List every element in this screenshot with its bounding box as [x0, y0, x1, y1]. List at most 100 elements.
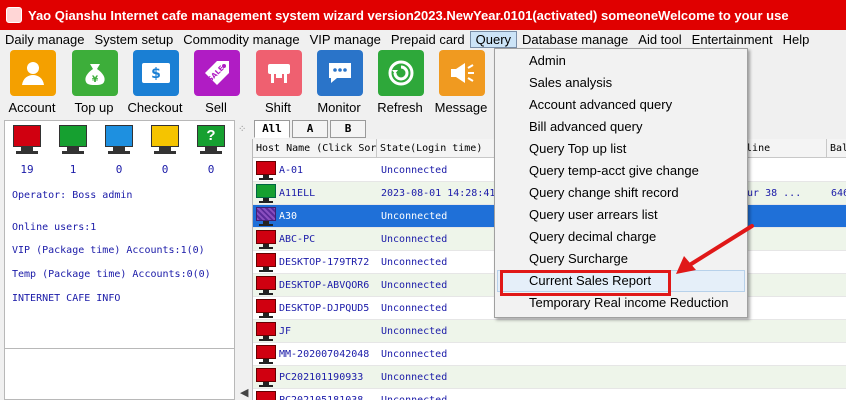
red-pc-icon — [256, 253, 278, 273]
host-name-cell: A-01 — [279, 165, 304, 176]
question-count: 0 — [207, 163, 215, 176]
scroll-left-icon[interactable]: ◀ — [240, 386, 248, 399]
host-name-cell: DESKTOP-ABVQOR6 — [279, 280, 370, 291]
online-cell — [733, 389, 827, 400]
menu-item-query-user-arrears-list[interactable]: Query user arrears list — [497, 204, 745, 226]
menu-item-account-advanced-query[interactable]: Account advanced query — [497, 94, 745, 116]
menu-item-query-temp-acct-give-change[interactable]: Query temp-acct give change — [497, 160, 745, 182]
top-up-button[interactable]: ¥ Top up — [64, 50, 124, 116]
menu-commodity-manage[interactable]: Commodity manage — [178, 31, 304, 48]
yellow-count: 0 — [161, 163, 169, 176]
balance-cell — [829, 205, 846, 228]
tab-b[interactable]: B — [330, 120, 366, 138]
menu-entertainment[interactable]: Entertainment — [687, 31, 778, 48]
chat-monitor-icon — [317, 50, 363, 96]
menu-vip-manage[interactable]: VIP manage — [305, 31, 386, 48]
balance-cell — [829, 251, 846, 274]
state-cell: Unconnected — [381, 257, 448, 268]
green-monitor-icon[interactable] — [57, 125, 89, 161]
online-cell — [733, 343, 827, 366]
green-pc-icon — [256, 184, 278, 204]
red-pc-icon — [256, 230, 278, 250]
host-name-cell: ABC-PC — [279, 234, 316, 245]
vip-accounts-text: VIP (Package time) Accounts:1(0) — [12, 245, 205, 256]
sell-button[interactable]: SALE Sell — [186, 50, 246, 116]
blue-count: 0 — [115, 163, 123, 176]
balance-cell — [829, 159, 846, 182]
menu-database-manage[interactable]: Database manage — [517, 31, 633, 48]
app-icon — [6, 7, 22, 23]
host-name-cell: PC202101190933 — [279, 372, 364, 383]
state-cell: Unconnected — [381, 326, 448, 337]
question-monitor-icon[interactable]: ? — [195, 125, 227, 161]
menu-item-query-decimal-charge[interactable]: Query decimal charge — [497, 226, 745, 248]
tab-a[interactable]: A — [292, 120, 328, 138]
host-name-cell: MM-202007042048 — [279, 349, 370, 360]
online-cell — [733, 366, 827, 389]
tab-all[interactable]: All — [254, 120, 290, 138]
col-balance[interactable]: Balance — [827, 139, 846, 158]
menu-query[interactable]: Query — [469, 30, 518, 48]
user-icon — [10, 50, 56, 96]
host-name-cell: DESKTOP-179TR72 — [279, 257, 370, 268]
table-row[interactable]: JF Unconnected — [253, 320, 846, 343]
host-name-cell: PC202105181038 — [277, 389, 377, 400]
blue-monitor-icon[interactable] — [103, 125, 135, 161]
message-button[interactable]: Message — [431, 50, 491, 116]
red-pc-icon — [256, 161, 278, 181]
balance-cell — [829, 343, 846, 366]
menu-item-temporary-real-income-reduction[interactable]: Temporary Real income Reduction — [497, 292, 745, 314]
temp-accounts-text: Temp (Package time) Accounts:0(0) — [12, 269, 211, 280]
monitor-button[interactable]: Monitor — [309, 50, 369, 116]
refresh-icon — [378, 50, 424, 96]
state-cell: Unconnected — [379, 389, 499, 400]
status-panel: ? 19 1 0 0 0 Operator: Boss admin Online… — [4, 120, 235, 400]
balance-cell — [829, 297, 846, 320]
offline-count: 19 — [20, 163, 34, 176]
panel-divider — [5, 348, 234, 349]
table-row[interactable]: MM-202007042048 Unconnected — [253, 343, 846, 366]
host-name-cell: JF — [279, 326, 292, 337]
col-host-name[interactable]: Host Name (Click Sort) — [253, 139, 377, 158]
menu-item-sales-analysis[interactable]: Sales analysis — [497, 72, 745, 94]
menu-item-admin[interactable]: Admin — [497, 50, 745, 72]
red-monitor-icon[interactable] — [11, 125, 43, 161]
account-button[interactable]: Account — [2, 50, 62, 116]
menu-item-query-surcharge[interactable]: Query Surcharge — [497, 248, 745, 270]
menu-system-setup[interactable]: System setup — [90, 31, 179, 48]
menu-prepaid-card[interactable]: Prepaid card — [386, 31, 470, 48]
state-cell: Unconnected — [381, 349, 448, 360]
host-name-cell: DESKTOP-DJPQUD5 — [279, 303, 370, 314]
purple-pc-icon — [256, 207, 278, 227]
state-cell: Unconnected — [381, 211, 448, 222]
grip-icon[interactable]: ⁘ — [238, 124, 246, 135]
state-cell: Unconnected — [381, 303, 448, 314]
host-name-cell: A30 — [279, 211, 298, 222]
table-row[interactable]: PC202105181038Unconnected — [253, 389, 846, 400]
yellow-monitor-icon[interactable] — [149, 125, 181, 161]
menu-item-bill-advanced-query[interactable]: Bill advanced query — [497, 116, 745, 138]
menu-help[interactable]: Help — [778, 31, 815, 48]
shift-button[interactable]: Shift — [248, 50, 308, 116]
svg-text:$: $ — [151, 66, 161, 82]
menu-aid-tool[interactable]: Aid tool — [633, 31, 686, 48]
splitter[interactable] — [236, 120, 252, 400]
menu-bar: Daily manage System setup Commodity mana… — [0, 30, 846, 48]
shift-icon — [256, 50, 302, 96]
query-menu: Admin Sales analysis Account advanced quer… — [494, 48, 748, 318]
title-bar: Yao Qianshu Internet cafe management sys… — [0, 0, 846, 30]
svg-text:¥: ¥ — [92, 75, 99, 85]
refresh-button[interactable]: Refresh — [370, 50, 430, 116]
checkout-button[interactable]: $ Checkout — [125, 50, 185, 116]
red-pc-icon — [256, 322, 278, 342]
red-pc-icon — [256, 299, 278, 319]
balance-cell — [829, 366, 846, 389]
state-cell: Unconnected — [381, 234, 448, 245]
state-cell: Unconnected — [381, 165, 448, 176]
table-row[interactable]: PC202101190933 Unconnected — [253, 366, 846, 389]
col-state[interactable]: State(Login time) — [377, 139, 499, 158]
menu-item-current-sales-report[interactable]: Current Sales Report — [497, 270, 745, 292]
menu-daily-manage[interactable]: Daily manage — [0, 31, 90, 48]
menu-item-query-change-shift-record[interactable]: Query change shift record — [497, 182, 745, 204]
menu-item-query-top-up-list[interactable]: Query Top up list — [497, 138, 745, 160]
